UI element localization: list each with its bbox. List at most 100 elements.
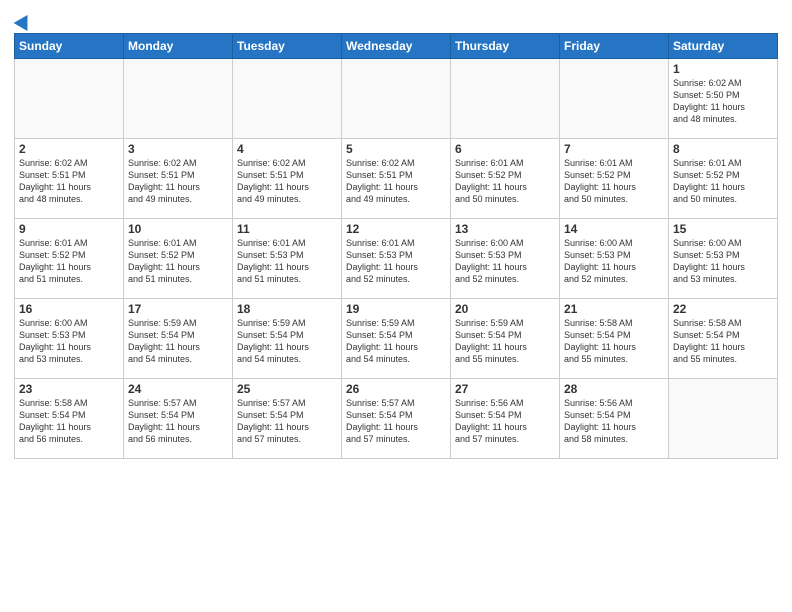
day-info: Sunrise: 5:59 AM Sunset: 5:54 PM Dayligh…	[346, 317, 446, 366]
day-number: 25	[237, 382, 337, 396]
weekday-header-tuesday: Tuesday	[233, 34, 342, 59]
day-info: Sunrise: 6:01 AM Sunset: 5:52 PM Dayligh…	[673, 157, 773, 206]
day-number: 12	[346, 222, 446, 236]
day-info: Sunrise: 6:02 AM Sunset: 5:51 PM Dayligh…	[128, 157, 228, 206]
day-cell: 11Sunrise: 6:01 AM Sunset: 5:53 PM Dayli…	[233, 219, 342, 299]
day-cell: 13Sunrise: 6:00 AM Sunset: 5:53 PM Dayli…	[451, 219, 560, 299]
day-number: 20	[455, 302, 555, 316]
week-row-1: 1Sunrise: 6:02 AM Sunset: 5:50 PM Daylig…	[15, 59, 778, 139]
day-cell: 8Sunrise: 6:01 AM Sunset: 5:52 PM Daylig…	[669, 139, 778, 219]
day-info: Sunrise: 5:57 AM Sunset: 5:54 PM Dayligh…	[346, 397, 446, 446]
day-number: 23	[19, 382, 119, 396]
day-cell	[342, 59, 451, 139]
day-info: Sunrise: 5:59 AM Sunset: 5:54 PM Dayligh…	[455, 317, 555, 366]
day-cell: 7Sunrise: 6:01 AM Sunset: 5:52 PM Daylig…	[560, 139, 669, 219]
weekday-header-thursday: Thursday	[451, 34, 560, 59]
day-number: 4	[237, 142, 337, 156]
day-number: 15	[673, 222, 773, 236]
day-number: 11	[237, 222, 337, 236]
day-info: Sunrise: 6:01 AM Sunset: 5:52 PM Dayligh…	[564, 157, 664, 206]
day-info: Sunrise: 6:02 AM Sunset: 5:51 PM Dayligh…	[346, 157, 446, 206]
day-cell	[669, 379, 778, 459]
logo	[14, 14, 32, 28]
day-number: 28	[564, 382, 664, 396]
day-cell: 1Sunrise: 6:02 AM Sunset: 5:50 PM Daylig…	[669, 59, 778, 139]
day-info: Sunrise: 5:58 AM Sunset: 5:54 PM Dayligh…	[564, 317, 664, 366]
day-info: Sunrise: 6:01 AM Sunset: 5:52 PM Dayligh…	[455, 157, 555, 206]
day-number: 13	[455, 222, 555, 236]
day-cell: 16Sunrise: 6:00 AM Sunset: 5:53 PM Dayli…	[15, 299, 124, 379]
week-row-2: 2Sunrise: 6:02 AM Sunset: 5:51 PM Daylig…	[15, 139, 778, 219]
day-number: 5	[346, 142, 446, 156]
header	[14, 10, 778, 28]
day-number: 24	[128, 382, 228, 396]
day-number: 9	[19, 222, 119, 236]
page: SundayMondayTuesdayWednesdayThursdayFrid…	[0, 0, 792, 612]
day-cell	[124, 59, 233, 139]
week-row-3: 9Sunrise: 6:01 AM Sunset: 5:52 PM Daylig…	[15, 219, 778, 299]
day-cell	[15, 59, 124, 139]
day-cell: 12Sunrise: 6:01 AM Sunset: 5:53 PM Dayli…	[342, 219, 451, 299]
day-info: Sunrise: 6:02 AM Sunset: 5:51 PM Dayligh…	[19, 157, 119, 206]
day-cell: 28Sunrise: 5:56 AM Sunset: 5:54 PM Dayli…	[560, 379, 669, 459]
day-number: 26	[346, 382, 446, 396]
day-number: 16	[19, 302, 119, 316]
day-info: Sunrise: 5:57 AM Sunset: 5:54 PM Dayligh…	[128, 397, 228, 446]
day-info: Sunrise: 6:01 AM Sunset: 5:53 PM Dayligh…	[237, 237, 337, 286]
day-cell	[233, 59, 342, 139]
day-info: Sunrise: 6:00 AM Sunset: 5:53 PM Dayligh…	[564, 237, 664, 286]
day-number: 21	[564, 302, 664, 316]
weekday-header-sunday: Sunday	[15, 34, 124, 59]
weekday-header-monday: Monday	[124, 34, 233, 59]
day-info: Sunrise: 6:00 AM Sunset: 5:53 PM Dayligh…	[19, 317, 119, 366]
day-number: 6	[455, 142, 555, 156]
day-cell: 4Sunrise: 6:02 AM Sunset: 5:51 PM Daylig…	[233, 139, 342, 219]
day-info: Sunrise: 6:01 AM Sunset: 5:53 PM Dayligh…	[346, 237, 446, 286]
day-cell: 27Sunrise: 5:56 AM Sunset: 5:54 PM Dayli…	[451, 379, 560, 459]
day-number: 3	[128, 142, 228, 156]
weekday-header-wednesday: Wednesday	[342, 34, 451, 59]
weekday-header-row: SundayMondayTuesdayWednesdayThursdayFrid…	[15, 34, 778, 59]
day-info: Sunrise: 6:01 AM Sunset: 5:52 PM Dayligh…	[19, 237, 119, 286]
day-cell: 21Sunrise: 5:58 AM Sunset: 5:54 PM Dayli…	[560, 299, 669, 379]
day-cell: 2Sunrise: 6:02 AM Sunset: 5:51 PM Daylig…	[15, 139, 124, 219]
day-cell: 20Sunrise: 5:59 AM Sunset: 5:54 PM Dayli…	[451, 299, 560, 379]
day-number: 27	[455, 382, 555, 396]
day-cell	[451, 59, 560, 139]
day-cell: 6Sunrise: 6:01 AM Sunset: 5:52 PM Daylig…	[451, 139, 560, 219]
day-number: 1	[673, 62, 773, 76]
day-cell: 25Sunrise: 5:57 AM Sunset: 5:54 PM Dayli…	[233, 379, 342, 459]
day-number: 14	[564, 222, 664, 236]
day-info: Sunrise: 6:02 AM Sunset: 5:51 PM Dayligh…	[237, 157, 337, 206]
day-info: Sunrise: 5:56 AM Sunset: 5:54 PM Dayligh…	[564, 397, 664, 446]
day-cell: 5Sunrise: 6:02 AM Sunset: 5:51 PM Daylig…	[342, 139, 451, 219]
day-info: Sunrise: 6:00 AM Sunset: 5:53 PM Dayligh…	[455, 237, 555, 286]
day-cell: 22Sunrise: 5:58 AM Sunset: 5:54 PM Dayli…	[669, 299, 778, 379]
weekday-header-friday: Friday	[560, 34, 669, 59]
day-cell: 9Sunrise: 6:01 AM Sunset: 5:52 PM Daylig…	[15, 219, 124, 299]
day-cell	[560, 59, 669, 139]
day-number: 8	[673, 142, 773, 156]
day-info: Sunrise: 5:57 AM Sunset: 5:54 PM Dayligh…	[237, 397, 337, 446]
day-info: Sunrise: 5:59 AM Sunset: 5:54 PM Dayligh…	[237, 317, 337, 366]
day-number: 10	[128, 222, 228, 236]
calendar: SundayMondayTuesdayWednesdayThursdayFrid…	[14, 33, 778, 459]
day-info: Sunrise: 6:01 AM Sunset: 5:52 PM Dayligh…	[128, 237, 228, 286]
day-number: 2	[19, 142, 119, 156]
day-number: 18	[237, 302, 337, 316]
day-info: Sunrise: 5:58 AM Sunset: 5:54 PM Dayligh…	[673, 317, 773, 366]
day-number: 22	[673, 302, 773, 316]
day-info: Sunrise: 5:58 AM Sunset: 5:54 PM Dayligh…	[19, 397, 119, 446]
day-number: 19	[346, 302, 446, 316]
logo-triangle-icon	[14, 11, 35, 31]
day-cell: 18Sunrise: 5:59 AM Sunset: 5:54 PM Dayli…	[233, 299, 342, 379]
day-number: 17	[128, 302, 228, 316]
day-cell: 10Sunrise: 6:01 AM Sunset: 5:52 PM Dayli…	[124, 219, 233, 299]
day-cell: 3Sunrise: 6:02 AM Sunset: 5:51 PM Daylig…	[124, 139, 233, 219]
day-cell: 17Sunrise: 5:59 AM Sunset: 5:54 PM Dayli…	[124, 299, 233, 379]
day-cell: 14Sunrise: 6:00 AM Sunset: 5:53 PM Dayli…	[560, 219, 669, 299]
week-row-5: 23Sunrise: 5:58 AM Sunset: 5:54 PM Dayli…	[15, 379, 778, 459]
weekday-header-saturday: Saturday	[669, 34, 778, 59]
day-info: Sunrise: 5:59 AM Sunset: 5:54 PM Dayligh…	[128, 317, 228, 366]
week-row-4: 16Sunrise: 6:00 AM Sunset: 5:53 PM Dayli…	[15, 299, 778, 379]
